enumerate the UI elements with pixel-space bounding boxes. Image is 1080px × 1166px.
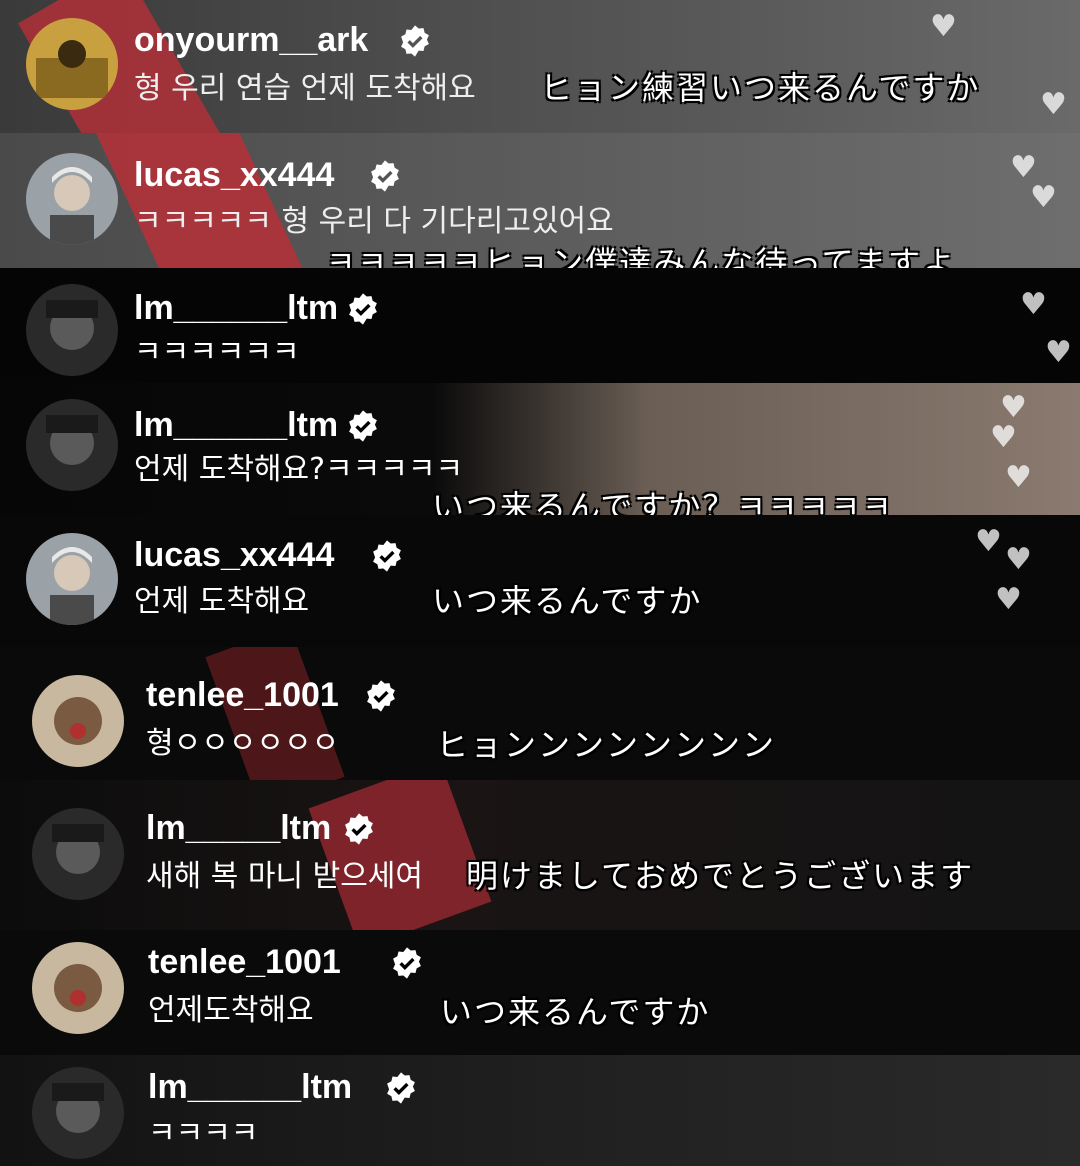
avatar[interactable] <box>32 942 124 1034</box>
red-stripe-decoration <box>95 133 315 268</box>
verified-badge-icon <box>387 1072 415 1104</box>
avatar[interactable] <box>26 284 118 376</box>
comment-message: 형 우리 연습 언제 도착해요 <box>134 71 476 106</box>
translation-caption: いつ来るんですか？ㅋㅋㅋㅋㅋ <box>432 488 894 515</box>
comment-message: 언제 도착해요 <box>134 584 310 619</box>
comment-strip-2: lucas_xx444 ㅋㅋㅋㅋㅋ 형 우리 다 기다리고있어요 ㅋㅋㅋㅋㅋヒョ… <box>0 133 1080 268</box>
heart-icon: ♥ <box>990 420 1017 455</box>
comment-strip-1: onyourm__ark 형 우리 연습 언제 도착해요 ヒョン練習いつ来るんで… <box>0 0 1080 133</box>
heart-icon: ♥ <box>1040 87 1067 122</box>
avatar[interactable] <box>26 18 118 110</box>
username[interactable]: lm______ltm <box>134 288 338 328</box>
verified-badge-icon <box>393 947 421 979</box>
heart-icon: ♥ <box>1000 390 1027 425</box>
avatar[interactable] <box>32 808 124 900</box>
verified-badge-icon <box>373 540 401 572</box>
username[interactable]: lm______ltm <box>134 405 338 445</box>
comment-message: 언제 도착해요?ㅋㅋㅋㅋㅋ <box>134 452 464 487</box>
comment-strip-5: lucas_xx444 언제 도착해요 いつ来るんですか ♥ ♥ ♥ <box>0 515 1080 647</box>
username[interactable]: tenlee_1001 <box>146 675 339 715</box>
comment-strip-4: lm______ltm 언제 도착해요?ㅋㅋㅋㅋㅋ いつ来るんですか？ㅋㅋㅋㅋㅋ… <box>0 383 1080 515</box>
verified-badge-icon <box>349 293 377 325</box>
heart-icon: ♥ <box>1030 180 1057 215</box>
username[interactable]: tenlee_1001 <box>148 942 341 982</box>
heart-icon: ♥ <box>1010 150 1037 185</box>
heart-icon: ♥ <box>975 524 1002 559</box>
translation-caption: ㅋㅋㅋㅋㅋヒョン僕達みんな待ってますよ <box>326 244 957 268</box>
comment-strip-8: tenlee_1001 언제도착해요 いつ来るんですか <box>0 930 1080 1055</box>
username[interactable]: lucas_xx444 <box>134 535 334 575</box>
avatar[interactable] <box>26 399 118 491</box>
heart-icon: ♥ <box>1020 287 1047 322</box>
username[interactable]: lm______ltm <box>148 1067 352 1107</box>
heart-icon: ♥ <box>930 9 957 44</box>
comment-message: ㅋㅋㅋㅋㅋㅋ <box>134 335 300 370</box>
translation-caption: いつ来るんですか <box>432 582 703 620</box>
comment-message: ㅋㅋㅋㅋ <box>148 1116 259 1151</box>
username[interactable]: lm_____ltm <box>146 808 331 848</box>
translation-caption: 明けましておめでとうございます <box>466 857 975 895</box>
comment-message: 새해 복 마니 받으세여 <box>146 859 424 894</box>
avatar[interactable] <box>32 675 124 767</box>
red-stripe-decoration <box>308 780 492 930</box>
username[interactable]: lucas_xx444 <box>134 155 334 195</box>
translation-caption: ヒョンンンンンンンン <box>436 726 777 764</box>
comment-strip-3: lm______ltm ㅋㅋㅋㅋㅋㅋ ♥ ♥ <box>0 268 1080 383</box>
translation-caption: ヒョン練習いつ来るんですか <box>540 69 981 107</box>
comment-message: ㅋㅋㅋㅋㅋ 형 우리 다 기다리고있어요 <box>134 204 614 239</box>
verified-badge-icon <box>371 160 399 192</box>
heart-icon: ♥ <box>1005 460 1032 495</box>
comment-message: 언제도착해요 <box>148 993 314 1028</box>
heart-icon: ♥ <box>995 582 1022 617</box>
verified-badge-icon <box>345 813 373 845</box>
comment-strip-6: tenlee_1001 형ㅇㅇㅇㅇㅇㅇ ヒョンンンンンンンン <box>0 647 1080 780</box>
heart-icon: ♥ <box>1045 335 1072 370</box>
comment-message: 형ㅇㅇㅇㅇㅇㅇ <box>146 726 340 761</box>
username[interactable]: onyourm__ark <box>134 20 368 60</box>
verified-badge-icon <box>349 410 377 442</box>
translation-caption: いつ来るんですか <box>440 993 711 1031</box>
avatar[interactable] <box>26 153 118 245</box>
heart-icon: ♥ <box>1005 542 1032 577</box>
avatar[interactable] <box>26 533 118 625</box>
comment-strip-7: lm_____ltm 새해 복 마니 받으세여 明けましておめでとうございます <box>0 780 1080 930</box>
comment-strip-9: lm______ltm ㅋㅋㅋㅋ <box>0 1055 1080 1166</box>
avatar[interactable] <box>32 1067 124 1159</box>
verified-badge-icon <box>367 680 395 712</box>
verified-badge-icon <box>401 25 429 57</box>
